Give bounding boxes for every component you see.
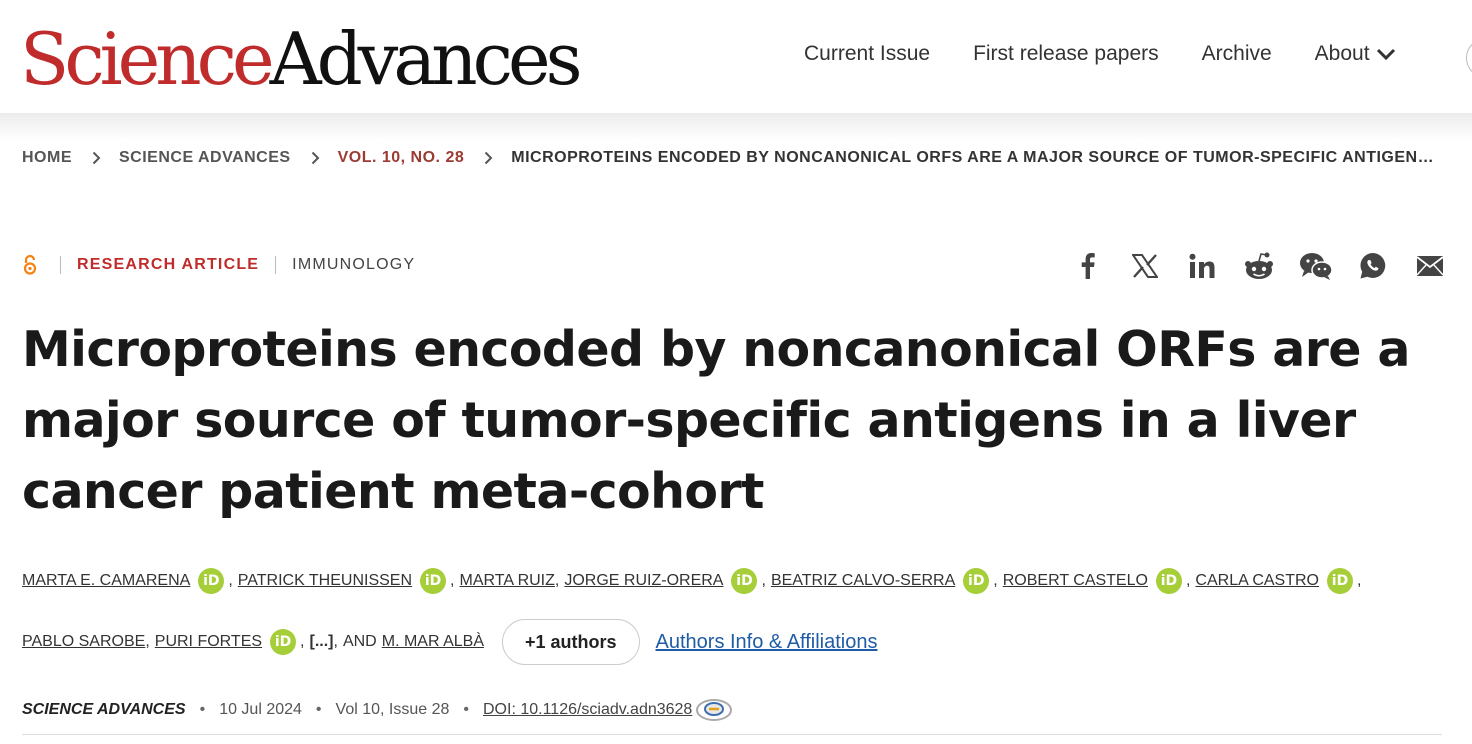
open-access-icon — [22, 254, 44, 276]
crossmark-icon[interactable] — [695, 697, 733, 723]
author-ellipsis[interactable]: [...] — [310, 633, 334, 651]
divider — [275, 256, 277, 274]
publication-issue[interactable]: Vol 10, Issue 28 — [336, 701, 450, 719]
author-separator: , — [761, 572, 766, 589]
affiliations-link[interactable]: Authors Info & Affiliations — [656, 631, 878, 654]
journal-name[interactable]: SCIENCE ADVANCES — [22, 701, 186, 719]
article-meta: RESEARCH ARTICLE IMMUNOLOGY — [22, 254, 415, 276]
author-link[interactable]: CARLA CASTRO — [1195, 572, 1319, 590]
article-title: Microproteins encoded by noncanonical OR… — [22, 321, 1410, 520]
linkedin-icon[interactable] — [1184, 248, 1220, 284]
author-separator: , — [228, 572, 233, 589]
whatsapp-icon[interactable] — [1355, 248, 1391, 284]
nav-label: About — [1314, 42, 1370, 65]
author-line-1: MARTA E. CAMARENA iD, PATRICK THEUNISSEN… — [22, 568, 1442, 594]
nav-about[interactable]: About — [1315, 42, 1396, 66]
author-link[interactable]: MARTA E. CAMARENA — [22, 572, 190, 590]
wechat-icon[interactable] — [1298, 248, 1334, 284]
logo-advances: Advances — [269, 17, 583, 101]
search-button[interactable] — [1466, 38, 1472, 78]
article-subject[interactable]: IMMUNOLOGY — [292, 256, 415, 274]
divider — [22, 734, 1442, 735]
breadcrumb-volume[interactable]: VOL. 10, NO. 28 — [338, 149, 465, 167]
chevron-down-icon — [1376, 48, 1395, 61]
main-nav: Current Issue First release papers Archi… — [804, 42, 1396, 66]
author-and: AND — [342, 633, 377, 650]
article-type: RESEARCH ARTICLE — [77, 256, 260, 273]
author-link[interactable]: MARTA RUIZ — [459, 572, 554, 590]
facebook-icon[interactable] — [1070, 248, 1106, 284]
author-separator: , — [450, 572, 455, 589]
orcid-icon[interactable]: iD — [1327, 568, 1353, 594]
breadcrumb-journal[interactable]: SCIENCE ADVANCES — [119, 149, 291, 167]
share-bar — [1049, 248, 1448, 284]
separator-dot: • — [463, 701, 469, 718]
site-logo[interactable]: ScienceAdvances — [20, 17, 583, 101]
chevron-right-icon — [92, 151, 101, 165]
author-list: MARTA E. CAMARENA iD, PATRICK THEUNISSEN… — [22, 568, 1442, 665]
breadcrumb-current: MICROPROTEINS ENCODED BY NONCANONICAL OR… — [511, 149, 1435, 166]
author-link[interactable]: BEATRIZ CALVO-SERRA — [771, 572, 955, 590]
logo-science: Science — [20, 17, 275, 101]
author-link[interactable]: JORGE RUIZ-ORERA — [564, 572, 723, 590]
author-link[interactable]: PURI FORTES — [155, 633, 262, 651]
author-separator: , — [1357, 572, 1362, 589]
doi-link[interactable]: DOI: 10.1126/sciadv.adn3628 — [483, 701, 692, 719]
x-icon[interactable] — [1127, 248, 1163, 284]
nav-current-issue[interactable]: Current Issue — [804, 42, 930, 66]
orcid-icon[interactable]: iD — [731, 568, 758, 594]
author-link[interactable]: PATRICK THEUNISSEN — [238, 572, 412, 590]
chevron-right-icon — [311, 151, 320, 165]
breadcrumb: HOME SCIENCE ADVANCES VOL. 10, NO. 28 MI… — [22, 149, 1434, 167]
author-separator: , — [993, 572, 998, 589]
orcid-icon[interactable]: iD — [270, 629, 297, 655]
breadcrumb-home[interactable]: HOME — [22, 149, 72, 167]
nav-label: First release papers — [973, 42, 1159, 65]
separator-dot: • — [315, 701, 322, 718]
author-separator: , — [333, 633, 338, 650]
author-link[interactable]: PABLO SAROBE — [22, 633, 145, 651]
author-link[interactable]: M. MAR ALBÀ — [382, 633, 484, 651]
author-separator: , — [554, 572, 560, 589]
site-header: ScienceAdvances Current Issue First rele… — [0, 0, 1472, 113]
reddit-icon[interactable] — [1241, 248, 1277, 284]
chevron-right-icon — [484, 151, 493, 165]
author-line-2: PABLO SAROBE, PURI FORTES iD, [...], AND… — [22, 619, 1442, 665]
email-icon[interactable] — [1412, 248, 1448, 284]
nav-first-release[interactable]: First release papers — [973, 42, 1159, 66]
more-authors-button[interactable]: +1 authors — [501, 619, 640, 665]
separator-dot: • — [199, 701, 206, 718]
nav-label: Archive — [1201, 42, 1272, 65]
divider — [60, 256, 61, 274]
orcid-icon[interactable]: iD — [1155, 568, 1182, 594]
breadcrumb-band: HOME SCIENCE ADVANCES VOL. 10, NO. 28 MI… — [0, 113, 1472, 213]
publication-date: 10 Jul 2024 — [219, 701, 302, 718]
nav-label: Current Issue — [804, 42, 931, 65]
author-separator: , — [300, 633, 305, 650]
publication-info: SCIENCE ADVANCES • 10 Jul 2024 • Vol 10,… — [22, 697, 733, 723]
author-link[interactable]: ROBERT CASTELO — [1003, 572, 1148, 590]
nav-archive[interactable]: Archive — [1202, 42, 1272, 66]
orcid-icon[interactable]: iD — [198, 568, 225, 594]
orcid-icon[interactable]: iD — [963, 568, 990, 594]
author-separator: , — [145, 633, 150, 650]
orcid-icon[interactable]: iD — [420, 568, 447, 594]
author-separator: , — [1185, 572, 1191, 589]
